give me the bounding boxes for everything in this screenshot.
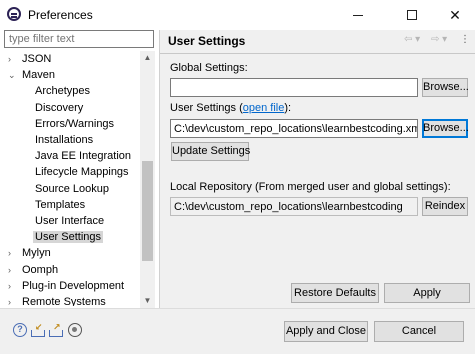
view-menu-icon[interactable]: ⋮ <box>460 34 470 45</box>
minimize-icon <box>353 14 363 16</box>
tree-item[interactable]: Source Lookup <box>35 181 109 197</box>
tree-item[interactable]: Installations <box>35 132 93 148</box>
tree-item-label: User Settings <box>33 231 104 243</box>
tree-item[interactable]: Templates <box>35 197 85 213</box>
tree-item-label: Remote Systems <box>22 296 106 306</box>
expand-arrow-icon[interactable]: › <box>8 51 16 67</box>
tree-item-label: Templates <box>35 199 86 211</box>
oomph-icon[interactable] <box>68 323 82 337</box>
tree-item-label: Discovery <box>35 102 84 114</box>
export-icon[interactable]: ↗ <box>49 323 63 337</box>
preference-tree: › JSON ⌄ Maven Archetypes Discovery Errors/War… <box>0 51 140 306</box>
tree-item[interactable]: › Oomph <box>8 262 59 278</box>
title-bar: Preferences ✕ <box>0 0 475 30</box>
minimize-button[interactable] <box>335 0 381 30</box>
close-button[interactable]: ✕ <box>432 0 475 30</box>
window-title: Preferences <box>28 8 93 22</box>
update-settings-button[interactable]: Update Settings <box>171 142 250 161</box>
global-browse-button[interactable]: Browse... <box>422 78 469 97</box>
help-icon[interactable]: ? <box>13 323 27 337</box>
collapse-arrow-icon[interactable]: ⌄ <box>8 67 16 83</box>
tree-scrollbar[interactable]: ▲ ▼ <box>140 51 155 308</box>
tree-item[interactable]: Java EE Integration <box>35 148 131 164</box>
filter-input[interactable] <box>4 30 154 48</box>
maximize-button[interactable] <box>389 0 435 30</box>
back-arrow-icon[interactable]: ⇦ ▾ <box>404 34 420 45</box>
tree-item-label: User Interface <box>35 215 105 227</box>
user-settings-label: User Settings (open file): <box>170 102 291 114</box>
global-settings-field[interactable] <box>170 78 418 97</box>
global-settings-label: Global Settings: <box>170 62 248 74</box>
scroll-thumb[interactable] <box>142 161 153 261</box>
local-repository-label: Local Repository (From merged user and g… <box>170 181 451 193</box>
tree-item-label: Installations <box>35 134 94 146</box>
tree-item[interactable]: Errors/Warnings <box>35 116 114 132</box>
export-arrow-shape: ↗ <box>53 322 61 332</box>
expand-arrow-icon[interactable]: › <box>8 245 16 261</box>
reindex-button[interactable]: Reindex <box>422 197 468 216</box>
tree-item-label: JSON <box>22 53 52 65</box>
user-settings-field[interactable]: C:\dev\custom_repo_locations\learnbestco… <box>170 119 418 138</box>
tree-item-label: Source Lookup <box>35 183 109 195</box>
tree-item[interactable]: Lifecycle Mappings <box>35 164 129 180</box>
tree-item-label: Errors/Warnings <box>35 118 115 130</box>
eclipse-app-icon <box>7 7 21 21</box>
tree-item-label: Archetypes <box>35 85 91 97</box>
tree-item[interactable]: Archetypes <box>35 83 90 99</box>
tree-item[interactable]: ⌄ Maven <box>8 67 56 83</box>
tree-item-label: Oomph <box>22 264 59 276</box>
tree-item-label: Mylyn <box>22 247 51 259</box>
open-file-link[interactable]: open file <box>243 102 285 114</box>
user-settings-label-prefix: User Settings ( <box>170 102 243 114</box>
expand-arrow-icon[interactable]: › <box>8 278 16 294</box>
import-arrow-shape: ↙ <box>35 322 43 332</box>
tree-item[interactable]: Discovery <box>35 100 83 116</box>
tree-item[interactable]: User Settings <box>33 229 104 245</box>
forward-arrow-icon[interactable]: ⇨ ▾ <box>431 34 447 45</box>
user-browse-button[interactable]: Browse... <box>422 119 469 138</box>
user-settings-label-suffix: ): <box>284 102 292 114</box>
scroll-up-icon[interactable]: ▲ <box>140 51 155 65</box>
title-separator <box>160 53 475 54</box>
import-icon[interactable]: ↙ <box>31 323 45 337</box>
tree-item-label: Plug-in Development <box>22 280 125 292</box>
close-icon: ✕ <box>449 6 461 23</box>
tree-item[interactable]: › Plug-in Development <box>8 278 125 294</box>
tree-item-label: Java EE Integration <box>35 150 132 162</box>
tree-item-label: Maven <box>22 69 56 81</box>
scroll-down-icon[interactable]: ▼ <box>140 294 155 308</box>
preference-navigation: › JSON ⌄ Maven Archetypes Discovery Errors/War… <box>0 30 160 308</box>
cancel-button[interactable]: Cancel <box>374 321 464 342</box>
tree-item-label: Lifecycle Mappings <box>35 166 129 178</box>
apply-button[interactable]: Apply <box>384 283 470 303</box>
dialog-footer: ? ↙ ↗ Apply and Close Cancel <box>0 308 475 354</box>
local-repository-field[interactable]: C:\dev\custom_repo_locations\learnbestco… <box>170 197 418 216</box>
expand-arrow-icon[interactable]: › <box>8 262 16 278</box>
page-title: User Settings <box>168 34 246 48</box>
restore-defaults-button[interactable]: Restore Defaults <box>291 283 379 303</box>
expand-arrow-icon[interactable]: › <box>8 294 16 306</box>
apply-and-close-button[interactable]: Apply and Close <box>284 321 368 342</box>
tree-item[interactable]: › JSON <box>8 51 52 67</box>
tree-item[interactable]: › Mylyn <box>8 245 51 261</box>
settings-page: User Settings ⇦ ▾ ⇨ ▾ ⋮ Global Settings:… <box>160 30 475 308</box>
tree-item[interactable]: User Interface <box>35 213 104 229</box>
maximize-icon <box>407 10 417 20</box>
tree-item[interactable]: › Remote Systems <box>8 294 106 306</box>
